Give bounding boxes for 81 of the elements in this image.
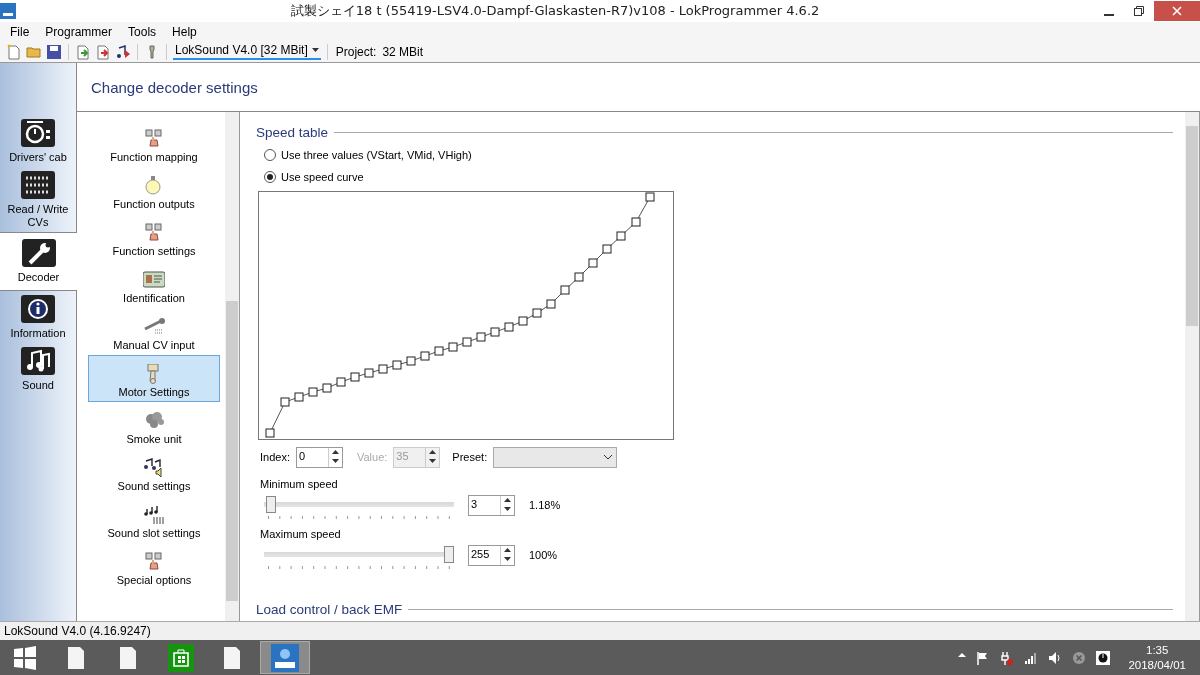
signal-bars-icon[interactable] xyxy=(1024,650,1039,665)
section-title: Load control / back EMF xyxy=(256,601,403,617)
hand-pointer-icon xyxy=(143,552,165,572)
slider-thumb[interactable] xyxy=(444,546,454,563)
down-arrow-icon[interactable] xyxy=(504,507,511,511)
music-mixer-icon xyxy=(143,505,165,525)
percent-value: 1.18% xyxy=(529,499,562,511)
caret-icon[interactable] xyxy=(311,48,319,52)
settings-list-item[interactable]: Function settings xyxy=(88,214,220,261)
close-circle-icon[interactable] xyxy=(1072,650,1087,665)
export-icon[interactable] xyxy=(95,43,111,60)
section-title: Speed table xyxy=(256,124,329,140)
up-arrow-icon[interactable] xyxy=(504,497,511,502)
settings-list-item[interactable]: Motor Settings xyxy=(88,355,220,402)
index-label: Index: xyxy=(260,451,290,463)
settings-list-item[interactable]: Function mapping xyxy=(88,120,220,167)
settings-list-item[interactable]: Smoke unit xyxy=(88,402,220,449)
speed-spinbox[interactable]: 255 xyxy=(468,544,515,566)
project-size: 32 MBit xyxy=(382,44,424,59)
up-arrow-icon[interactable] xyxy=(504,547,511,552)
nav-tab[interactable]: Read / Write CVs xyxy=(0,167,76,232)
list-scrollbar[interactable] xyxy=(225,112,240,621)
clock-date[interactable]: 2018/04/01 xyxy=(1128,657,1186,673)
wrench-icon xyxy=(143,317,165,337)
nav-tab[interactable]: Decoder xyxy=(0,232,77,291)
save-icon[interactable] xyxy=(46,43,62,60)
page-title: Change decoder settings xyxy=(91,78,258,96)
menu-item[interactable]: Tools xyxy=(120,24,165,39)
up-arrow-icon[interactable] xyxy=(429,449,437,454)
window-title: 試製シェイ18 t (55419-LSV4.0-Dampf-Glaskasten-R7)v108 - LokProgrammer 4.6.2 xyxy=(289,2,821,20)
speed-spinbox[interactable]: 3 xyxy=(468,494,515,516)
import-icon[interactable] xyxy=(75,43,91,60)
settings-list-item[interactable]: Special options xyxy=(88,543,220,590)
value-label: Value: xyxy=(356,451,388,463)
project-label: Project: xyxy=(335,44,377,59)
down-arrow-icon[interactable] xyxy=(331,459,339,463)
info-icon xyxy=(21,295,55,323)
up-arrow-icon[interactable] xyxy=(331,449,339,454)
store-bag-icon xyxy=(168,643,196,672)
nav-tab[interactable]: Drivers' cab xyxy=(0,115,76,167)
decoder-dropdown[interactable]: LokSound V4.0 [32 MBit] xyxy=(173,43,321,60)
smoke-cloud-icon xyxy=(143,411,165,431)
menu-item[interactable]: Help xyxy=(164,24,205,39)
radio-option[interactable]: Use speed curve xyxy=(264,167,1185,186)
settings-list-item[interactable]: Function outputs xyxy=(88,167,220,214)
nav-tab[interactable]: Information xyxy=(0,291,76,343)
slider-label: Minimum speed xyxy=(260,478,339,490)
hand-pointer-icon xyxy=(143,223,165,243)
preset-label: Preset: xyxy=(452,451,488,463)
settings-list-item[interactable]: Sound settings xyxy=(88,449,220,496)
music-speaker-icon xyxy=(143,458,165,478)
hand-pointer-icon xyxy=(143,129,165,149)
nav-tab[interactable]: Sound xyxy=(0,343,76,395)
settings-list-item[interactable]: Identification xyxy=(88,261,220,308)
wrench-icon xyxy=(21,239,56,267)
index-spinbox[interactable]: 0 xyxy=(295,446,343,468)
stopwatch-icon xyxy=(21,119,55,147)
menu-item[interactable]: File xyxy=(2,24,38,39)
down-arrow-icon[interactable] xyxy=(429,459,437,463)
down-arrow-icon[interactable] xyxy=(504,557,511,561)
slider-thumb[interactable] xyxy=(265,496,276,513)
clock-time[interactable]: 1:35 xyxy=(1146,642,1169,658)
power-plug-icon[interactable] xyxy=(1000,650,1015,665)
radio-option[interactable]: Use three values (VStart, VMid, VHigh) xyxy=(264,145,1185,164)
content-scrollbar[interactable] xyxy=(1185,112,1200,621)
slider-label: Maximum speed xyxy=(260,528,342,540)
restore-icon[interactable] xyxy=(1134,6,1144,16)
settings-list-item[interactable]: Manual CV input xyxy=(88,308,220,355)
id-card-icon xyxy=(143,270,165,290)
status-text: LokSound V4.0 (4.16.9247) xyxy=(4,624,151,638)
ime-icon[interactable] xyxy=(1096,650,1111,665)
close-icon[interactable] xyxy=(1172,6,1182,16)
percent-value: 100% xyxy=(529,549,559,561)
chevron-down-icon[interactable] xyxy=(604,454,613,460)
taskbar-app[interactable] xyxy=(260,641,310,674)
music-note-icon[interactable] xyxy=(115,43,131,60)
settings-list-item[interactable]: Sound slot settings xyxy=(88,496,220,543)
speaker-icon[interactable] xyxy=(1048,650,1063,665)
binary-digits-icon xyxy=(21,171,55,199)
music-notes-icon xyxy=(21,347,55,375)
menu-item[interactable]: Programmer xyxy=(37,24,121,39)
